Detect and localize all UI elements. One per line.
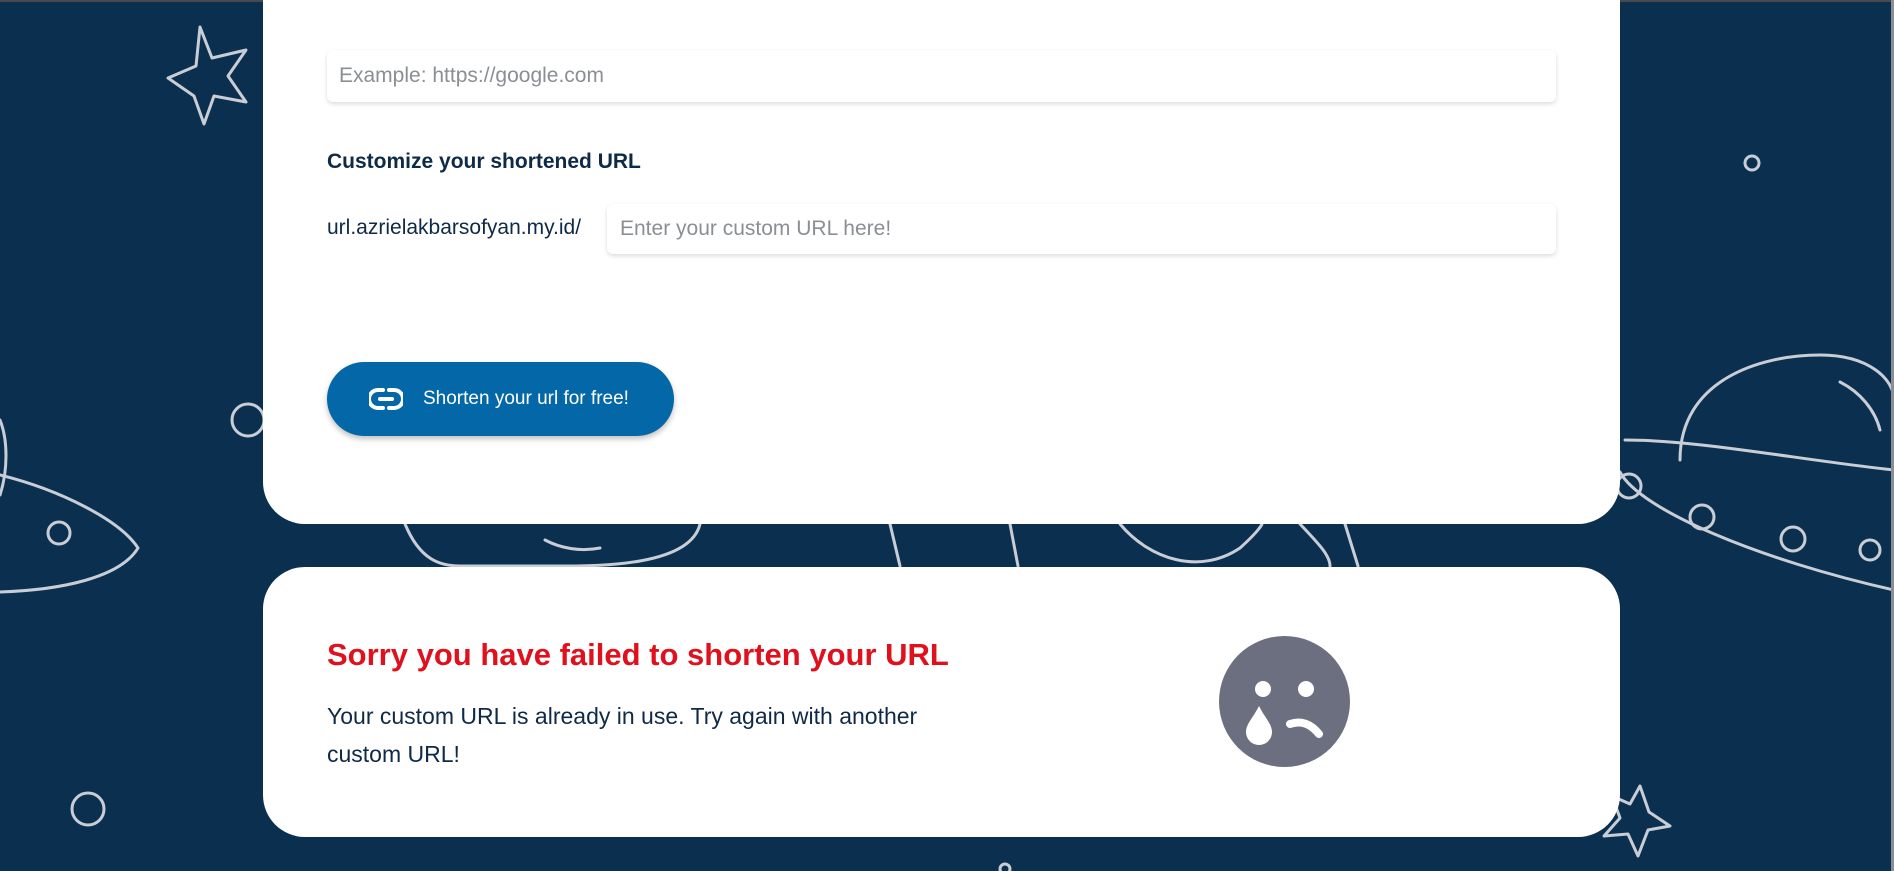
ufo-doodle [1678, 353, 1894, 462]
planet-doodle [998, 862, 1012, 871]
error-message: Your custom URL is already in use. Try a… [327, 703, 918, 767]
star-doodle [166, 25, 248, 126]
error-title: Sorry you have failed to shorten your UR… [327, 637, 949, 672]
shorten-url-button-label: Shorten your url for free! [423, 388, 629, 409]
custom-url-prefix: url.azrielakbarsofyan.my.id/ [327, 216, 582, 239]
planet-doodle [230, 402, 266, 438]
long-url-input[interactable] [327, 50, 1556, 102]
link-icon [369, 388, 403, 410]
planet-doodle [1743, 154, 1761, 172]
planet-doodle [1118, 522, 1264, 564]
planet-doodle [70, 791, 106, 827]
rocket-doodle [888, 522, 1020, 568]
shorten-url-button[interactable]: Shorten your url for free! [327, 362, 674, 436]
sad-crying-face-icon [1219, 636, 1350, 767]
customize-url-label: Customize your shortened URL [327, 150, 641, 173]
custom-url-input[interactable] [607, 204, 1556, 254]
